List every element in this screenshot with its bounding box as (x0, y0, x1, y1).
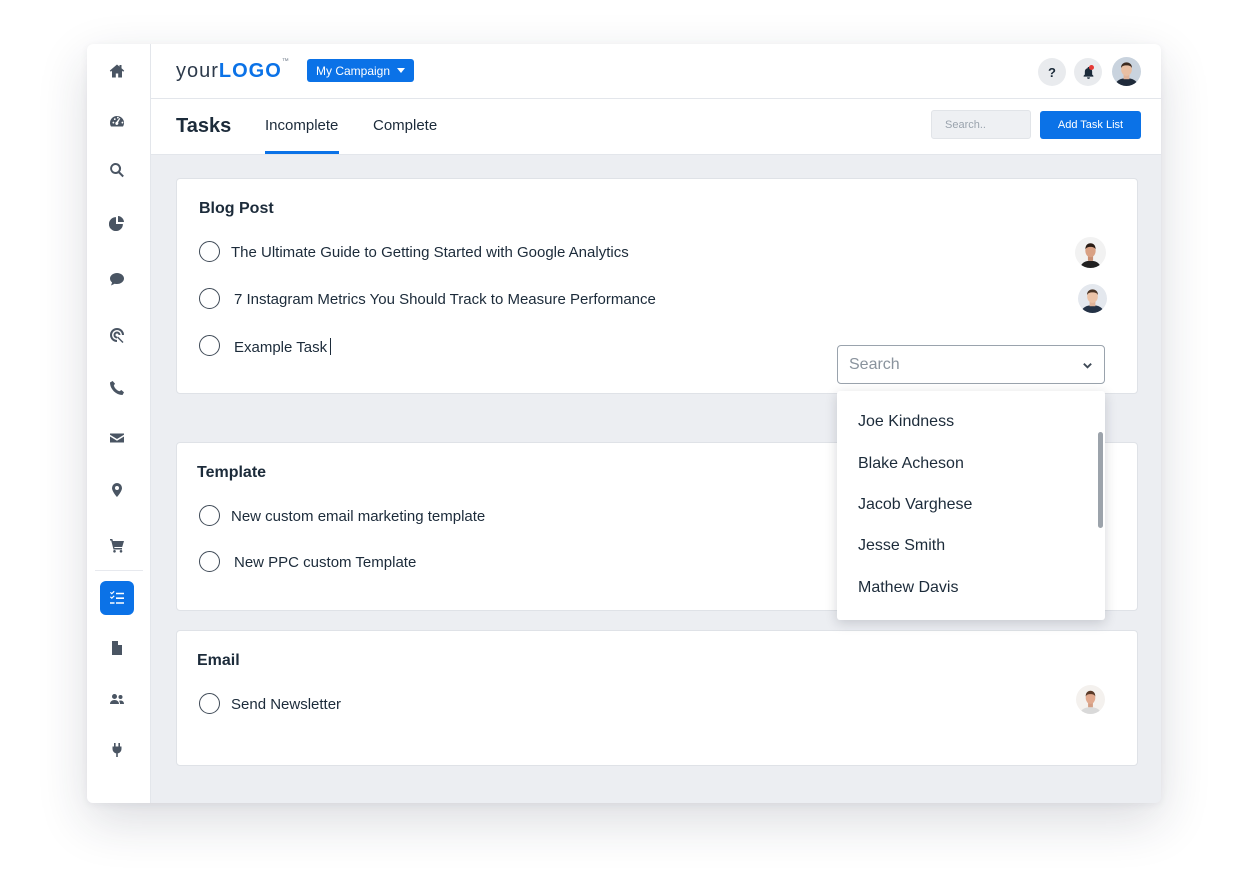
tasks-icon[interactable] (100, 581, 134, 615)
logo[interactable]: yourLOGO™ (176, 58, 290, 83)
task-title[interactable]: 7 Instagram Metrics You Should Track to … (234, 291, 656, 308)
assignee-select[interactable]: Search (837, 345, 1105, 384)
phone-icon[interactable] (100, 371, 134, 405)
text-cursor (330, 338, 332, 355)
task-title[interactable]: New custom email marketing template (231, 508, 485, 525)
page-title: Tasks (176, 115, 232, 137)
task-checkbox[interactable] (199, 335, 220, 356)
assignee-search-input[interactable]: Search (849, 356, 900, 374)
chat-icon[interactable] (100, 262, 134, 296)
assignee-option[interactable]: Jesse Smith (858, 537, 945, 555)
caret-down-icon (397, 68, 406, 73)
pie-chart-icon[interactable] (100, 206, 134, 240)
campaign-label: My Campaign (316, 63, 391, 78)
task-checkbox[interactable] (199, 288, 220, 309)
notification-dot (1089, 65, 1094, 70)
assignee-option[interactable]: Blake Acheson (858, 455, 964, 473)
task-title[interactable]: Send Newsletter (231, 696, 341, 713)
task-checkbox[interactable] (199, 693, 220, 714)
task-checkbox[interactable] (199, 551, 220, 572)
active-tab-indicator (265, 151, 339, 154)
task-checkbox[interactable] (199, 241, 220, 262)
sidebar-divider (95, 570, 143, 571)
tab-incomplete[interactable]: Incomplete (265, 117, 338, 134)
user-avatar[interactable] (1112, 57, 1141, 86)
help-button[interactable]: ? (1038, 58, 1066, 86)
task-list-title: Template (197, 464, 267, 481)
tab-complete[interactable]: Complete (373, 117, 437, 134)
cart-icon[interactable] (100, 528, 134, 562)
dashboard-icon[interactable] (100, 104, 134, 138)
target-icon[interactable] (100, 318, 134, 352)
task-list-title: Email (197, 652, 240, 669)
location-icon[interactable] (100, 473, 134, 507)
sidebar (87, 44, 151, 803)
task-title[interactable]: The Ultimate Guide to Getting Started wi… (231, 244, 629, 261)
plug-icon[interactable] (100, 733, 134, 767)
assignee-option[interactable]: Joe Kindness (858, 413, 954, 431)
assignee-avatar[interactable] (1076, 685, 1105, 714)
users-icon[interactable] (100, 682, 134, 716)
top-bar: yourLOGO™ My Campaign ? (151, 44, 1161, 99)
assignee-avatar[interactable] (1075, 237, 1106, 268)
notifications-button[interactable] (1074, 58, 1102, 86)
campaign-dropdown[interactable]: My Campaign (307, 59, 415, 82)
assignee-option[interactable]: Mathew Davis (858, 579, 958, 597)
help-label: ? (1048, 64, 1056, 80)
search-icon[interactable] (100, 153, 134, 187)
chevron-down-icon (1083, 363, 1092, 369)
task-list-title: Blog Post (199, 200, 274, 217)
task-checkbox[interactable] (199, 505, 220, 526)
task-title-editing[interactable]: Example Task (234, 338, 332, 356)
dropdown-scrollbar[interactable] (1098, 432, 1103, 528)
app-window: yourLOGO™ My Campaign ? Tasks Incomplete… (87, 44, 1161, 803)
assignee-avatar[interactable] (1078, 284, 1107, 313)
home-icon[interactable] (100, 54, 134, 88)
task-search-input[interactable]: Search.. (931, 110, 1031, 139)
assignee-option[interactable]: Jacob Varghese (858, 496, 972, 514)
task-list-card: Email Send Newsletter (176, 630, 1138, 766)
add-task-list-button[interactable]: Add Task List (1040, 111, 1141, 139)
tab-bar: Tasks Incomplete Complete Search.. Add T… (151, 99, 1161, 155)
document-icon[interactable] (100, 631, 134, 665)
task-title[interactable]: New PPC custom Template (234, 554, 416, 571)
mail-icon[interactable] (100, 421, 134, 455)
assignee-dropdown: Joe Kindness Blake Acheson Jacob Varghes… (837, 391, 1105, 620)
